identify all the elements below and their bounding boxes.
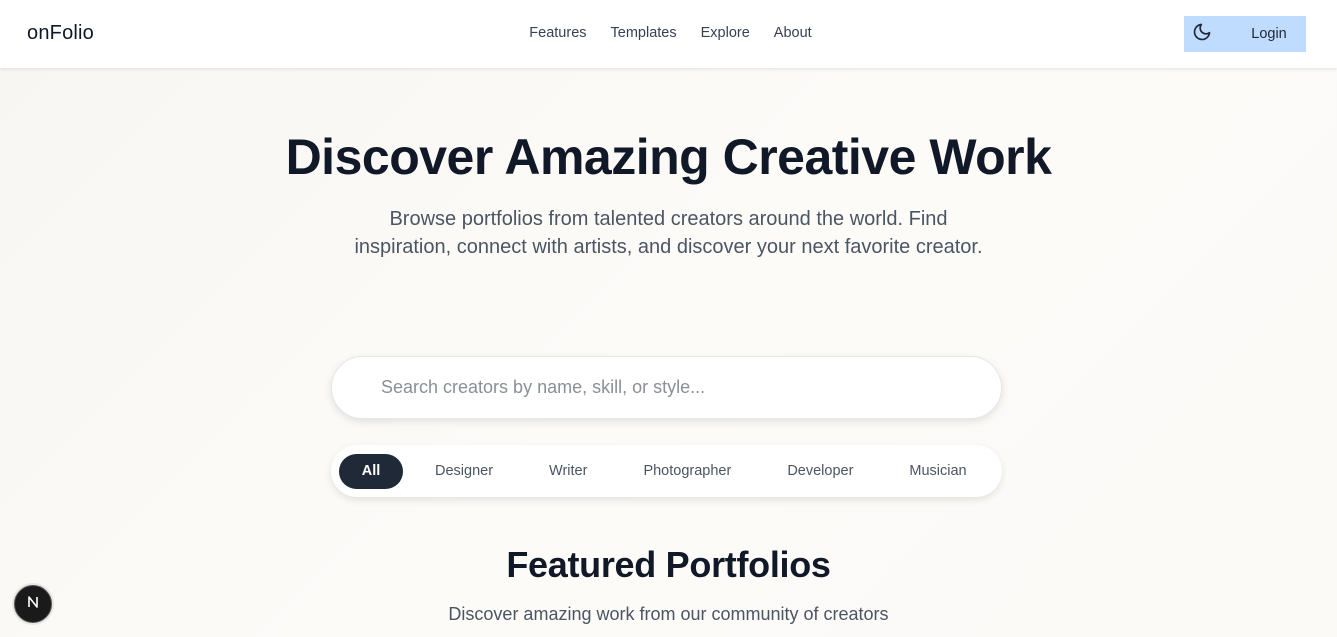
search-input[interactable] [332, 357, 1001, 418]
filter-writer[interactable]: Writer [549, 454, 587, 489]
page: onFolio Features Templates Explore About… [0, 0, 1337, 637]
filter-designer[interactable]: Designer [435, 454, 493, 489]
nav-link-features[interactable]: Features [529, 25, 586, 41]
featured-subtitle: Discover amazing work from our community… [448, 604, 889, 624]
hero-subtitle-line-2: inspiration, connect with artists, and d… [354, 236, 983, 258]
filter-musician[interactable]: Musician [909, 454, 966, 489]
nav-link-explore[interactable]: Explore [701, 25, 750, 41]
nextjs-logo-icon [24, 593, 42, 616]
featured-title: Featured Portfolios [506, 544, 831, 585]
filter-developer[interactable]: Developer [787, 454, 853, 489]
hero-subtitle-line-1: Browse portfolios from talented creators… [389, 208, 948, 230]
header-actions: Login [1184, 16, 1306, 52]
nextjs-dev-badge[interactable] [14, 585, 52, 623]
category-filter-bar: All Designer Writer Photographer Develop… [331, 445, 1002, 497]
top-navbar: onFolio Features Templates Explore About… [0, 0, 1337, 68]
login-button[interactable]: Login [1220, 26, 1306, 42]
main-nav: Features Templates Explore About [0, 25, 1337, 41]
nav-link-about[interactable]: About [774, 25, 812, 41]
search-bar [331, 356, 1002, 419]
hero-title: Discover Amazing Creative Work [285, 129, 1052, 185]
moon-icon [1192, 22, 1212, 47]
hero-subtitle: Browse portfolios from talented creators… [0, 205, 1337, 261]
filter-all[interactable]: All [339, 453, 403, 489]
filter-photographer[interactable]: Photographer [643, 454, 731, 489]
nav-link-templates[interactable]: Templates [611, 25, 677, 41]
theme-toggle-button[interactable] [1184, 16, 1220, 52]
